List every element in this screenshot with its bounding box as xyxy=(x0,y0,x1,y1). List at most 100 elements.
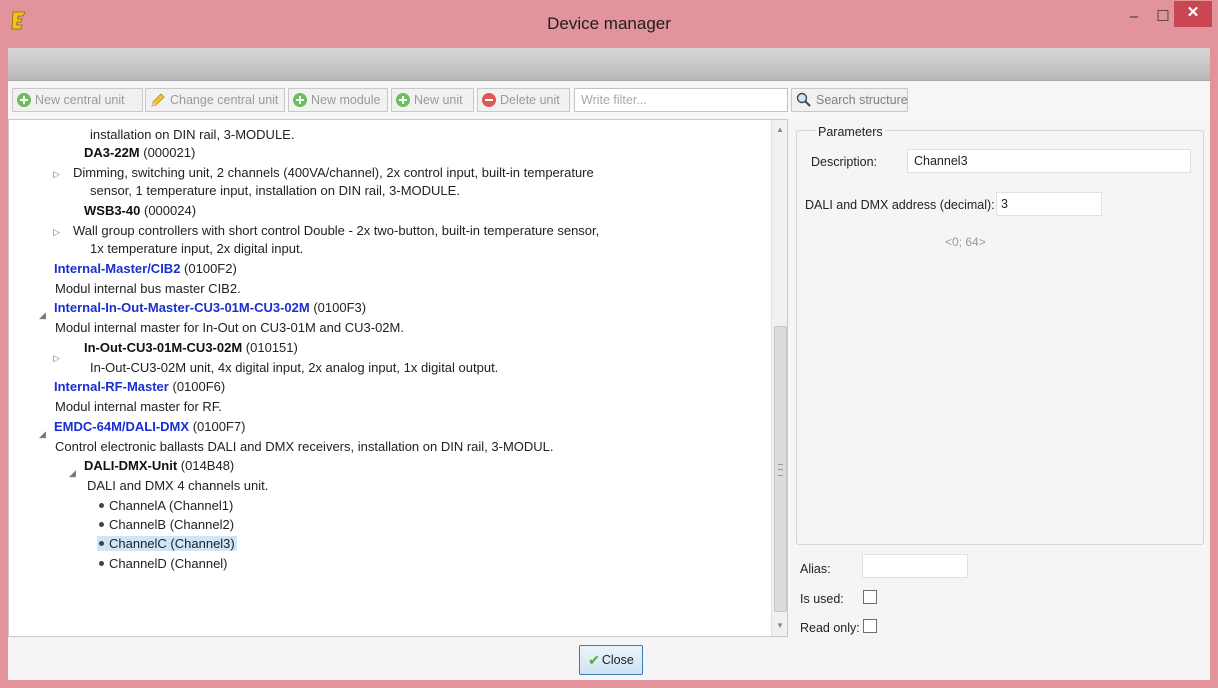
collapse-arrow-icon[interactable]: ◢ xyxy=(39,310,46,321)
tree-node-dali-dmx-unit[interactable]: DALI-DMX-Unit (014B48) xyxy=(84,457,234,475)
node-code: (014B48) xyxy=(180,458,235,473)
tree-desc: sensor, 1 temperature input, installatio… xyxy=(90,183,460,198)
channel-label: ChannelB (Channel2) xyxy=(109,517,235,532)
node-code: (000024) xyxy=(143,203,197,218)
scroll-up-icon[interactable]: ▲ xyxy=(772,122,787,138)
node-code: (0100F7) xyxy=(192,419,246,434)
tree-node-wsb3-40[interactable]: WSB3-40 (000024) xyxy=(84,202,196,220)
node-code: (0100F6) xyxy=(172,379,226,394)
remove-icon xyxy=(482,93,496,107)
expand-arrow-icon[interactable]: ▷ xyxy=(53,169,60,180)
add-icon xyxy=(17,93,31,107)
read-only-label: Read only: xyxy=(800,621,860,635)
node-name: WSB3-40 xyxy=(84,203,141,218)
menu-strip xyxy=(8,48,1210,81)
tree-scrollbar[interactable]: ▲ ▼ xyxy=(771,120,787,636)
scroll-down-icon[interactable]: ▼ xyxy=(772,618,787,634)
tree-desc: Modul internal bus master CIB2. xyxy=(55,281,241,296)
node-name: Internal-In-Out-Master-CU3-01M-CU3-02M xyxy=(54,300,310,315)
alias-label: Alias: xyxy=(800,562,831,576)
title-bar[interactable]: Device manager – ☐ ✕ xyxy=(0,0,1218,48)
description-label: Description: xyxy=(811,155,877,169)
channel-label: ChannelD (Channel) xyxy=(109,556,228,571)
tree-desc: DALI and DMX 4 channels unit. xyxy=(87,478,269,493)
search-structure-button[interactable]: Search structure xyxy=(791,88,908,112)
new-unit-button[interactable]: New unit xyxy=(391,88,474,112)
pencil-icon xyxy=(151,93,165,107)
checkmark-icon: ✔ xyxy=(588,651,600,668)
address-label: DALI and DMX address (decimal): xyxy=(805,198,995,212)
tree-node-da3-22m[interactable]: DA3-22M (000021) xyxy=(84,144,195,162)
tree-channel-a[interactable]: ChannelA (Channel1) xyxy=(99,497,233,515)
scroll-thumb[interactable] xyxy=(774,326,787,612)
add-icon xyxy=(396,93,410,107)
tree-channel-d[interactable]: ChannelD (Channel) xyxy=(99,555,228,573)
collapse-arrow-icon[interactable]: ◢ xyxy=(39,429,46,440)
tree-node-internal-in-out-master[interactable]: Internal-In-Out-Master-CU3-01M-CU3-02M (… xyxy=(54,299,366,317)
node-name: DALI-DMX-Unit xyxy=(84,458,178,473)
change-central-unit-label: Change central unit xyxy=(170,93,279,107)
tree-desc: 1x temperature input, 2x digital input. xyxy=(90,241,304,256)
node-code: (0100F2) xyxy=(184,261,237,276)
expand-arrow-icon[interactable]: ▷ xyxy=(53,227,60,238)
node-code: (010151) xyxy=(245,340,298,355)
address-range: <0; 64> xyxy=(945,235,986,249)
read-only-checkbox[interactable] xyxy=(863,619,877,633)
tree-node-internal-master-cib2[interactable]: Internal-Master/CIB2 (0100F2) xyxy=(54,260,237,278)
close-label: Close xyxy=(601,653,634,667)
close-button[interactable]: ✔ Close xyxy=(579,645,643,675)
parameters-legend: Parameters xyxy=(816,125,885,139)
filter-input[interactable] xyxy=(574,88,788,112)
address-input[interactable] xyxy=(996,192,1102,216)
tree-node-emdc-64m[interactable]: EMDC-64M/DALI-DMX (0100F7) xyxy=(54,418,245,436)
expand-arrow-icon[interactable]: ▷ xyxy=(53,353,60,364)
add-icon xyxy=(293,93,307,107)
description-input[interactable] xyxy=(907,149,1191,173)
tree-channel-b[interactable]: ChannelB (Channel2) xyxy=(99,516,234,534)
new-module-label: New module xyxy=(311,93,381,107)
toolbar: New central unit Change central unit New… xyxy=(8,81,1210,119)
tree-desc: Control electronic ballasts DALI and DMX… xyxy=(55,439,554,454)
bullet-icon xyxy=(99,503,104,509)
new-unit-label: New unit xyxy=(414,93,463,107)
is-used-label: Is used: xyxy=(800,592,844,606)
collapse-arrow-icon[interactable]: ◢ xyxy=(69,468,76,479)
node-name: Internal-RF-Master xyxy=(54,379,169,394)
delete-unit-button[interactable]: Delete unit xyxy=(477,88,570,112)
client-area: New central unit Change central unit New… xyxy=(8,48,1210,680)
bullet-icon xyxy=(99,561,104,567)
channel-label: ChannelC (Channel3) xyxy=(109,536,235,551)
tree-desc: Wall group controllers with short contro… xyxy=(73,223,600,238)
node-code: (0100F3) xyxy=(313,300,367,315)
is-used-checkbox[interactable] xyxy=(863,590,877,604)
tree-desc: Modul internal master for RF. xyxy=(55,399,222,414)
node-name: In-Out-CU3-01M-CU3-02M xyxy=(84,340,243,355)
node-code: (000021) xyxy=(143,145,196,160)
new-module-button[interactable]: New module xyxy=(288,88,388,112)
delete-unit-label: Delete unit xyxy=(500,93,560,107)
search-structure-icon xyxy=(796,92,811,107)
device-manager-window: Device manager – ☐ ✕ New central unit Ch… xyxy=(0,0,1218,688)
tree-desc: In-Out-CU3-02M unit, 4x digital input, 2… xyxy=(90,360,499,375)
grip-icon xyxy=(778,464,783,476)
tree-desc: installation on DIN rail, 3-MODULE. xyxy=(90,127,295,142)
bullet-icon xyxy=(99,541,104,547)
bullet-icon xyxy=(99,522,104,528)
minimize-button[interactable]: – xyxy=(1120,4,1148,32)
search-structure-label: Search structure xyxy=(816,93,908,107)
alias-input[interactable] xyxy=(862,554,968,578)
new-central-unit-label: New central unit xyxy=(35,93,125,107)
node-name: EMDC-64M/DALI-DMX xyxy=(54,419,190,434)
change-central-unit-button[interactable]: Change central unit xyxy=(145,88,285,112)
tree-desc: Dimming, switching unit, 2 channels (400… xyxy=(73,165,594,180)
node-name: DA3-22M xyxy=(84,145,140,160)
new-central-unit-button[interactable]: New central unit xyxy=(12,88,143,112)
channel-label: ChannelA (Channel1) xyxy=(109,498,234,513)
device-tree[interactable]: installation on DIN rail, 3-MODULE. DA3-… xyxy=(8,119,788,637)
close-window-button[interactable]: ✕ xyxy=(1174,1,1212,27)
tree-desc: Modul internal master for In-Out on CU3-… xyxy=(55,320,404,335)
tree-channel-c-selected[interactable]: ChannelC (Channel3) xyxy=(97,535,237,553)
window-title: Device manager xyxy=(547,14,671,33)
tree-node-internal-rf-master[interactable]: Internal-RF-Master (0100F6) xyxy=(54,378,225,396)
tree-node-in-out-cu3[interactable]: In-Out-CU3-01M-CU3-02M (010151) xyxy=(84,339,298,357)
